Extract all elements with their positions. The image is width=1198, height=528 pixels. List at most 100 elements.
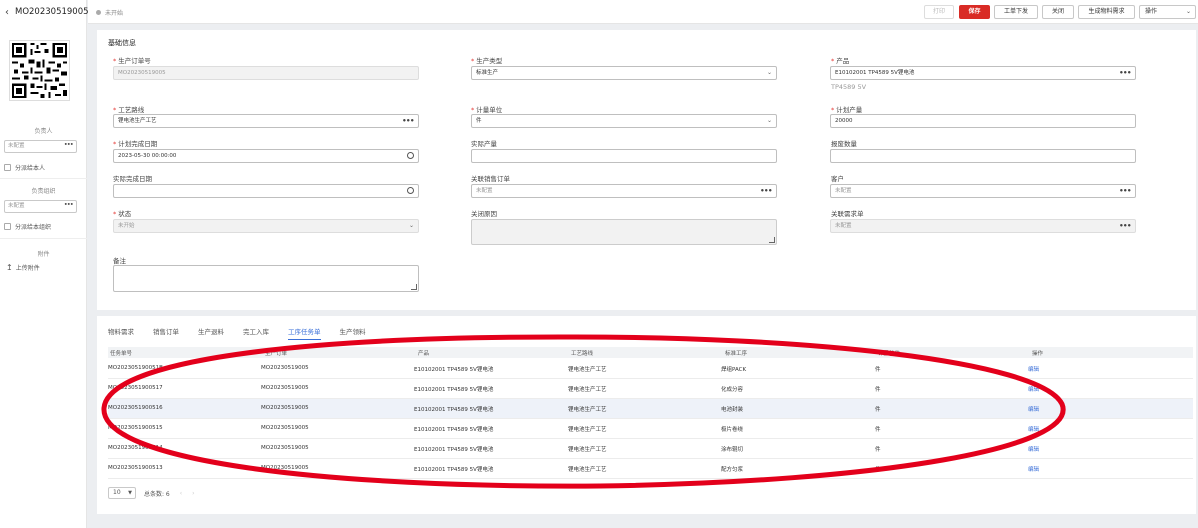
order-number-title: MO20230519005 <box>15 7 89 17</box>
route-field[interactable]: 锂电池生产工艺 ••• <box>113 114 419 128</box>
resize-grip-icon[interactable] <box>769 237 775 243</box>
edit-link[interactable]: 编辑 <box>1028 365 1039 373</box>
chevron-down-icon: ⌄ <box>1185 8 1191 15</box>
order-no-label: * 生产订单号 <box>113 55 151 65</box>
checkbox-icon[interactable] <box>4 223 11 230</box>
assign-self-label: 分派给本人 <box>15 165 46 172</box>
edit-link[interactable]: 编辑 <box>1028 465 1039 473</box>
order-no-field[interactable]: MO20230519005 <box>113 66 419 80</box>
requirement-field[interactable]: 未配置 ••• <box>830 219 1136 233</box>
edit-link[interactable]: 编辑 <box>1028 445 1039 453</box>
more-icon[interactable]: ••• <box>1119 185 1131 197</box>
customer-field[interactable]: 未配置 ••• <box>830 184 1136 198</box>
close-button[interactable]: 关闭 <box>1042 5 1074 19</box>
production-type-label-text: 生产类型 <box>476 57 503 65</box>
page-size-value: 10 <box>113 489 121 496</box>
more-icon[interactable]: ••• <box>64 140 74 151</box>
more-icon[interactable]: ••• <box>1119 67 1131 79</box>
plan-qty-label-text: 计划产量 <box>836 106 863 114</box>
unit-cell: 件 <box>875 447 881 453</box>
table-row[interactable]: MO2023051900515 MO20230519005 E10102001 … <box>108 419 1193 439</box>
order-cell: MO20230519005 <box>261 405 309 411</box>
page-size-select[interactable]: 10 ▼ <box>108 487 136 499</box>
tab-completion-stock-in[interactable]: 完工入库 <box>243 326 269 340</box>
required-icon: * <box>113 210 117 218</box>
required-icon: * <box>831 106 835 114</box>
close-reason-textarea[interactable] <box>471 219 777 245</box>
checkbox-icon[interactable] <box>4 164 11 171</box>
resize-grip-icon[interactable] <box>411 284 417 290</box>
required-icon: * <box>113 140 117 148</box>
tab-production-picking[interactable]: 生产领料 <box>340 326 366 340</box>
plan-qty-field[interactable]: 20000 <box>830 114 1136 128</box>
unit-select[interactable]: 件 ⌄ <box>471 114 777 128</box>
generate-material-request-button[interactable]: 生成物料需求 <box>1078 5 1135 19</box>
process-cell: 配方匀浆 <box>721 467 744 473</box>
order-no-label-text: 生产订单号 <box>118 57 151 65</box>
print-button[interactable]: 打印 <box>924 5 954 19</box>
edit-link[interactable]: 编辑 <box>1028 405 1039 413</box>
unit-label-text: 计量单位 <box>476 106 503 114</box>
assign-org-checkbox[interactable]: 分派给本组织 <box>4 222 51 231</box>
remark-textarea[interactable] <box>113 265 419 292</box>
product-field[interactable]: E10102001 TP4589 5V锂电池 ••• <box>830 66 1136 80</box>
column-header: 操作 <box>1032 351 1044 357</box>
required-icon: * <box>471 57 475 65</box>
tab-production-return[interactable]: 生产退料 <box>198 326 224 340</box>
tab-sales-order[interactable]: 销售订单 <box>153 326 179 340</box>
owner-input[interactable]: 未配置 ••• <box>4 140 77 153</box>
order-cell: MO20230519005 <box>261 465 309 471</box>
table-row[interactable]: MO2023051900514 MO20230519005 E10102001 … <box>108 439 1193 459</box>
task-no-cell: MO202305190051B <box>108 365 163 371</box>
prev-page-icon[interactable]: ‹ <box>180 490 182 497</box>
tab-material-requirement[interactable]: 物料需求 <box>108 326 134 340</box>
table-header: 任务单号 生产订单 产品 工艺路线 标准工序 计量单位 操作 <box>108 347 1193 358</box>
column-header: 计量单位 <box>878 351 901 357</box>
actual-date-picker[interactable] <box>113 184 419 198</box>
actual-qty-field[interactable] <box>471 149 777 163</box>
org-input[interactable]: 未配置 ••• <box>4 200 77 213</box>
basic-info-panel: 基础信息 * 生产订单号 MO20230519005 * 生产类型 标准生产 ⌄ *… <box>97 30 1196 310</box>
divider <box>0 178 87 179</box>
more-icon[interactable]: ••• <box>402 115 414 127</box>
actual-qty-label: 实际产量 <box>471 140 497 148</box>
scrap-qty-field[interactable] <box>830 149 1136 163</box>
task-no-cell: MO2023051900516 <box>108 405 163 411</box>
chevron-down-icon: ⌄ <box>766 117 772 124</box>
operations-dropdown[interactable]: 操作 ⌄ <box>1139 5 1196 19</box>
more-icon[interactable]: ••• <box>64 200 74 211</box>
tab-process-task[interactable]: 工序任务单 <box>288 326 321 340</box>
edit-link[interactable]: 编辑 <box>1028 385 1039 393</box>
unit-cell: 件 <box>875 427 881 433</box>
save-button[interactable]: 保存 <box>959 5 990 19</box>
product-cell: E10102001 TP4589 5V锂电池 <box>414 367 494 373</box>
issue-work-order-button[interactable]: 工单下发 <box>994 5 1038 19</box>
table-row[interactable]: MO2023051900517 MO20230519005 E10102001 … <box>108 379 1193 399</box>
clock-icon[interactable] <box>407 152 414 159</box>
status-select[interactable]: 未开始 ⌄ <box>113 219 419 233</box>
production-type-select[interactable]: 标准生产 ⌄ <box>471 66 777 80</box>
edit-link[interactable]: 编辑 <box>1028 425 1039 433</box>
more-icon[interactable]: ••• <box>760 185 772 197</box>
table-row[interactable]: MO2023051900516 MO20230519005 E10102001 … <box>108 399 1193 419</box>
assign-self-checkbox[interactable]: 分派给本人 <box>4 163 45 172</box>
sales-order-placeholder: 未配置 <box>476 188 493 194</box>
upload-attachment-button[interactable]: ↥ 上传附件 <box>6 263 40 272</box>
process-cell: 涂布辊切 <box>721 447 744 453</box>
plan-date-picker[interactable]: 2023-05-30 00:00:00 <box>113 149 419 163</box>
sales-order-field[interactable]: 未配置 ••• <box>471 184 777 198</box>
table-row[interactable]: MO2023051900513 MO20230519005 E10102001 … <box>108 459 1193 479</box>
unit-label: * 计量单位 <box>471 104 502 114</box>
table-row[interactable]: MO202305190051B MO20230519005 E10102001 … <box>108 359 1193 379</box>
route-value: 锂电池生产工艺 <box>118 118 157 124</box>
clock-icon[interactable] <box>407 187 414 194</box>
order-cell: MO20230519005 <box>261 425 309 431</box>
order-cell: MO20230519005 <box>261 385 309 391</box>
more-icon[interactable]: ••• <box>1119 220 1131 232</box>
plan-qty-label: * 计划产量 <box>831 104 862 114</box>
task-no-cell: MO2023051900513 <box>108 465 163 471</box>
chevron-left-icon[interactable]: ‹ <box>5 7 9 18</box>
unit-cell: 件 <box>875 467 881 473</box>
next-page-icon[interactable]: › <box>192 490 194 497</box>
total-count: 总条数: 6 <box>144 490 170 498</box>
